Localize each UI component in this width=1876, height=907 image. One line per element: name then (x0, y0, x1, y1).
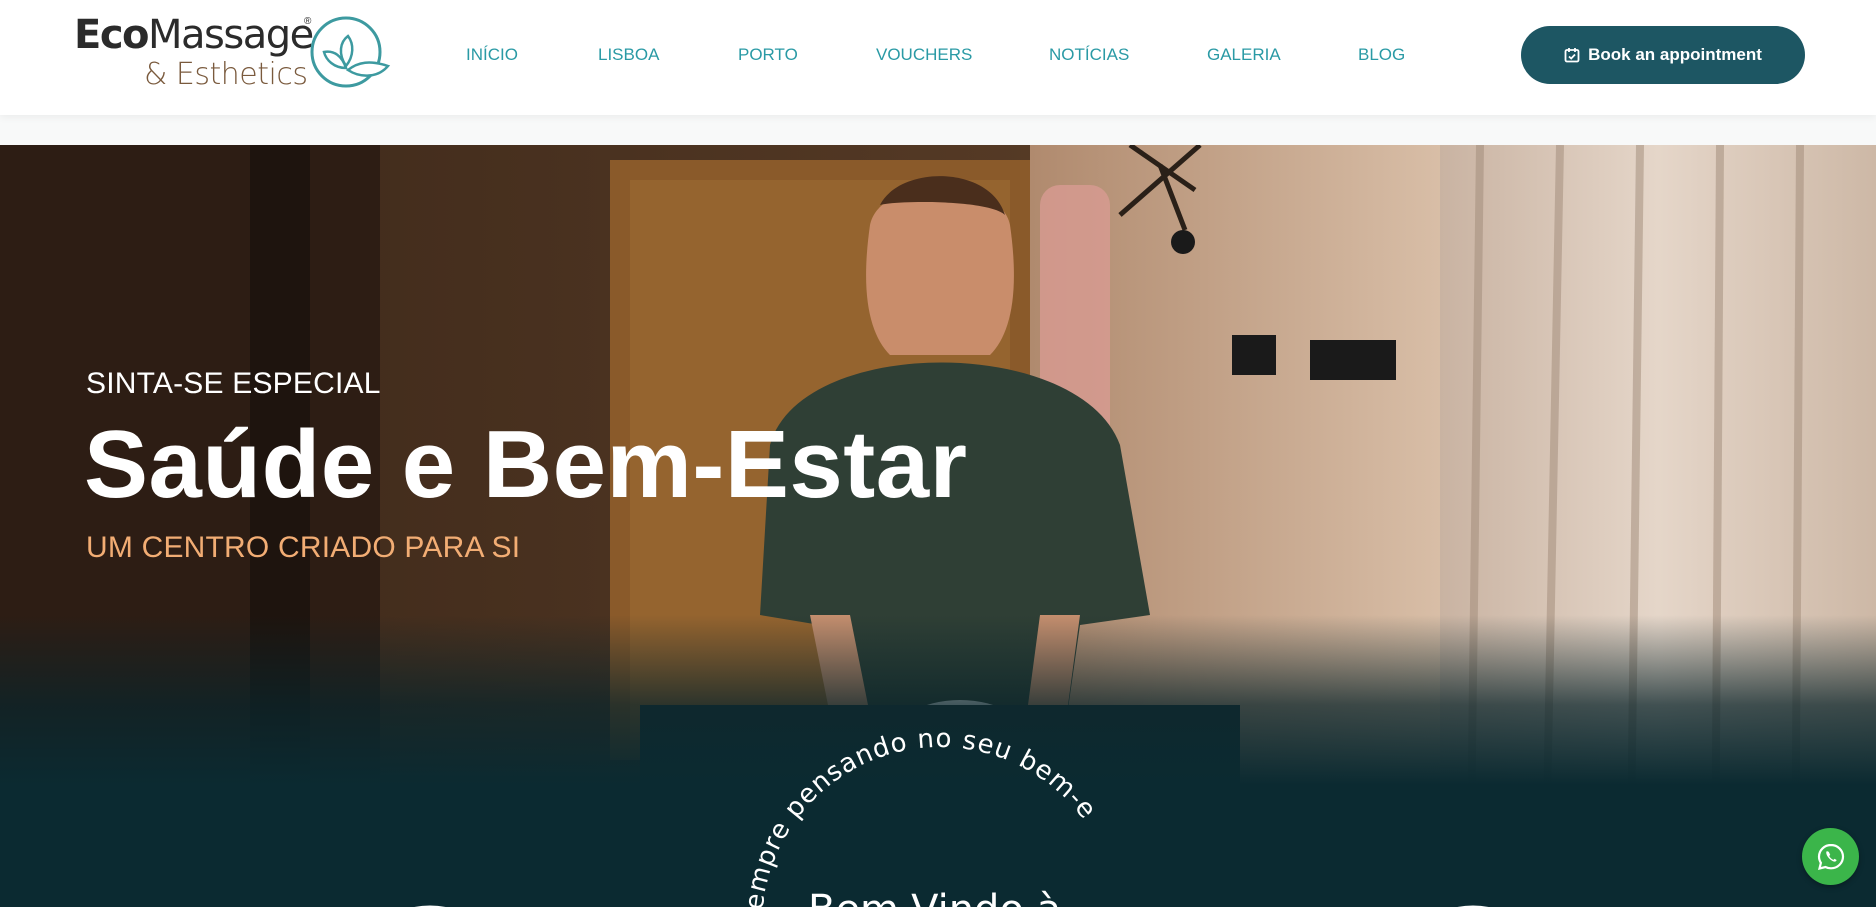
arc-tagline: sempre pensando no seu bem-e (740, 725, 1102, 907)
whatsapp-icon (1817, 843, 1844, 870)
arc-tagline-text: sempre pensando no seu bem-e (740, 725, 1101, 907)
nav-item-vouchers[interactable]: VOUCHERS (876, 45, 972, 65)
nav-item-noticias[interactable]: NOTÍCIAS (1049, 45, 1129, 65)
nav-item-lisboa[interactable]: LISBOA (598, 45, 659, 65)
logo-wordmark: EcoMassage (74, 12, 314, 58)
nav-item-porto[interactable]: PORTO (738, 45, 798, 65)
nav-item-galeria[interactable]: GALERIA (1207, 45, 1281, 65)
welcome-heading: Bem-Vindo à (808, 887, 1061, 907)
hero-kicker: SINTA-SE ESPECIAL (86, 367, 381, 400)
whatsapp-button[interactable] (1802, 828, 1859, 885)
site-header: EcoMassage ® & Esthetics INÍCIO LISBOA P… (0, 0, 1876, 115)
decorative-arc-left (414, 905, 446, 907)
book-appointment-label: Book an appointment (1588, 45, 1762, 64)
lotus-logo-icon (310, 16, 391, 88)
hero-subtitle: UM CENTRO CRIADO PARA SI (86, 531, 521, 564)
svg-text:sempre pensando no seu bem-e: sempre pensando no seu bem-e (740, 725, 1102, 907)
nav-item-blog[interactable]: BLOG (1358, 45, 1405, 65)
logo-tagline: & Esthetics (144, 57, 308, 92)
decorative-arc-right (1457, 905, 1489, 907)
header-underlay (0, 115, 1876, 145)
site-logo[interactable]: EcoMassage ® & Esthetics (74, 14, 404, 94)
book-appointment-button[interactable]: Book an appointment (1521, 26, 1805, 84)
calendar-check-icon (1564, 48, 1580, 63)
nav-item-inicio[interactable]: INÍCIO (466, 45, 518, 65)
hero-title: Saúde e Bem-Estar (84, 411, 968, 518)
hero-section: SINTA-SE ESPECIAL Saúde e Bem-Estar UM C… (0, 145, 1876, 907)
